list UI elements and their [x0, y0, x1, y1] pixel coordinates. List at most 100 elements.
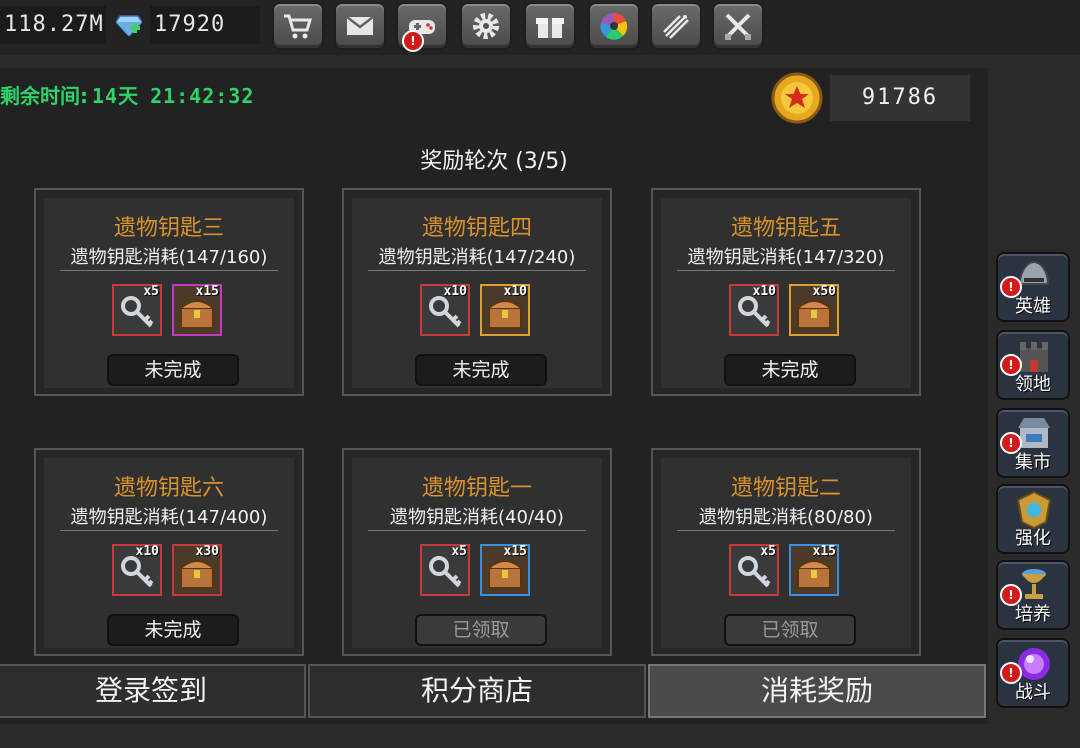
sidebar-label: 领地 — [1015, 374, 1051, 395]
tab-consume-reward[interactable]: 消耗奖励 — [648, 664, 986, 718]
reward-item-slot[interactable]: x10 — [420, 284, 470, 336]
reward-card: 遗物钥匙三遗物钥匙消耗(147/160) x5 x15 未完成 — [34, 188, 304, 396]
card-body: 遗物钥匙四遗物钥匙消耗(147/240) x10 x10 未完成 — [352, 198, 602, 388]
fireworks-button[interactable] — [650, 2, 702, 50]
reward-round-title: 奖励轮次 (3/5) — [420, 149, 568, 174]
sidebar-item-territory[interactable]: ! 领地 — [996, 330, 1070, 400]
tab-login-signin[interactable]: 登录签到 — [0, 664, 306, 718]
sidebar-label: 强化 — [1015, 528, 1051, 549]
card-title: 遗物钥匙四 — [421, 216, 532, 241]
divider — [677, 270, 895, 271]
reward-item-slot[interactable]: x10 — [112, 544, 162, 596]
sidebar-label: 英雄 — [1015, 296, 1051, 317]
incomplete-button[interactable]: 未完成 — [724, 354, 856, 386]
sidebar-item-market[interactable]: ! 集市 — [996, 408, 1070, 478]
remaining-time: 剩余时间: 14天 21:42:32 — [0, 80, 254, 109]
settings-button[interactable] — [460, 2, 512, 50]
gem-counter: 17920 — [150, 6, 260, 44]
shop-cart-icon — [284, 14, 313, 39]
card-requirement: 遗物钥匙消耗(147/320) — [687, 247, 885, 268]
card-body: 遗物钥匙三遗物钥匙消耗(147/160) x5 x15 未完成 — [44, 198, 294, 388]
card-title: 遗物钥匙五 — [730, 216, 841, 241]
card-requirement: 遗物钥匙消耗(147/400) — [70, 507, 268, 528]
incomplete-button[interactable]: 未完成 — [107, 614, 239, 646]
game-button[interactable]: ! — [396, 2, 448, 52]
reward-item-slot[interactable]: x15 — [789, 544, 839, 596]
sidebar-label: 战斗 — [1015, 682, 1051, 703]
incomplete-button[interactable]: 未完成 — [107, 354, 239, 386]
reward-item-slot[interactable]: x15 — [172, 284, 222, 336]
reward-item-slot[interactable]: x15 — [480, 544, 530, 596]
item-quantity: x10 — [752, 284, 776, 299]
card-title: 遗物钥匙六 — [113, 476, 224, 501]
card-requirement: 遗物钥匙消耗(147/160) — [70, 247, 268, 268]
reward-item-slot[interactable]: x30 — [172, 544, 222, 596]
sidebar-item-cultivate[interactable]: ! 培养 — [996, 560, 1070, 630]
reward-card: 遗物钥匙二 遗物钥匙消耗(80/80) x5 x15 已领取 — [651, 448, 921, 656]
tab-label: 积分商店 — [420, 674, 533, 707]
item-quantity: x30 — [195, 544, 219, 559]
battle-button[interactable] — [712, 2, 764, 50]
reward-item-slot[interactable]: x5 — [112, 284, 162, 336]
color-wheel-button[interactable] — [588, 2, 640, 50]
divider — [368, 270, 586, 271]
card-body: 遗物钥匙六遗物钥匙消耗(147/400) x10 x30 未完成 — [44, 458, 294, 648]
reward-card: 遗物钥匙六遗物钥匙消耗(147/400) x10 x30 未完成 — [34, 448, 304, 656]
reward-item-slot[interactable]: x10 — [480, 284, 530, 336]
gift-button[interactable] — [524, 2, 576, 50]
item-quantity: x10 — [135, 544, 159, 559]
divider — [60, 270, 278, 271]
claimed-button[interactable]: 已领取 — [724, 614, 856, 646]
remaining-label: 剩余时间: — [0, 84, 88, 108]
card-requirement: 遗物钥匙消耗(147/240) — [378, 247, 576, 268]
card-title: 遗物钥匙三 — [113, 216, 224, 241]
item-quantity: x5 — [451, 544, 467, 559]
sidebar-item-battle[interactable]: ! 战斗 — [996, 638, 1070, 708]
card-title: 遗物钥匙一 — [421, 476, 532, 501]
tab-points-shop[interactable]: 积分商店 — [308, 664, 646, 718]
sidebar-item-enhance[interactable]: 强化 — [996, 484, 1070, 554]
claimed-button[interactable]: 已领取 — [415, 614, 547, 646]
tab-label: 登录签到 — [94, 674, 207, 707]
reward-item-slot[interactable]: x5 — [420, 544, 470, 596]
remaining-clock: 21:42:32 — [150, 84, 255, 108]
fireworks-icon — [663, 15, 689, 39]
remaining-days: 14天 — [92, 84, 140, 108]
card-body: 遗物钥匙二 遗物钥匙消耗(80/80) x5 x15 已领取 — [661, 458, 911, 648]
card-title: 遗物钥匙二 — [730, 476, 841, 501]
incomplete-button[interactable]: 未完成 — [415, 354, 547, 386]
gold-counter: 118.27M — [0, 6, 106, 44]
shop-button[interactable] — [272, 2, 324, 50]
mail-icon — [346, 16, 374, 35]
item-quantity: x15 — [503, 544, 527, 559]
item-quantity: x5 — [143, 284, 159, 299]
card-body: 遗物钥匙五遗物钥匙消耗(147/320) x10 x50 未完成 — [661, 198, 911, 388]
divider — [677, 530, 895, 531]
reward-item-slot[interactable]: x5 — [729, 544, 779, 596]
item-quantity: x15 — [812, 544, 836, 559]
tab-label: 消耗奖励 — [760, 674, 873, 707]
color-wheel-icon — [600, 12, 628, 40]
item-quantity: x15 — [195, 284, 219, 299]
reward-card: 遗物钥匙五遗物钥匙消耗(147/320) x10 x50 未完成 — [651, 188, 921, 396]
sidebar-label: 集市 — [1015, 452, 1051, 473]
crossed-swords-icon — [725, 13, 751, 40]
alert-badge: ! — [402, 30, 424, 52]
item-quantity: x5 — [760, 544, 776, 559]
item-quantity: x10 — [503, 284, 527, 299]
gold-value: 118.27M — [4, 12, 104, 37]
gem-value: 17920 — [154, 12, 226, 37]
gem-icon — [116, 15, 142, 36]
reward-item-slot[interactable]: x50 — [789, 284, 839, 336]
card-body: 遗物钥匙一遗物钥匙消耗(40/40) x5 x15 已领取 — [352, 458, 602, 648]
item-quantity: x10 — [443, 284, 467, 299]
points-medal-icon — [771, 72, 823, 124]
points-counter: 91786 — [830, 75, 970, 121]
reward-item-slot[interactable]: x10 — [729, 284, 779, 336]
sidebar-label: 培养 — [1015, 604, 1051, 625]
reward-card: 遗物钥匙一遗物钥匙消耗(40/40) x5 x15 已领取 — [342, 448, 612, 656]
sidebar-item-hero[interactable]: ! 英雄 — [996, 252, 1070, 322]
mail-button[interactable] — [334, 2, 386, 50]
card-requirement: 遗物钥匙消耗(40/40) — [390, 507, 564, 528]
item-quantity: x50 — [812, 284, 836, 299]
